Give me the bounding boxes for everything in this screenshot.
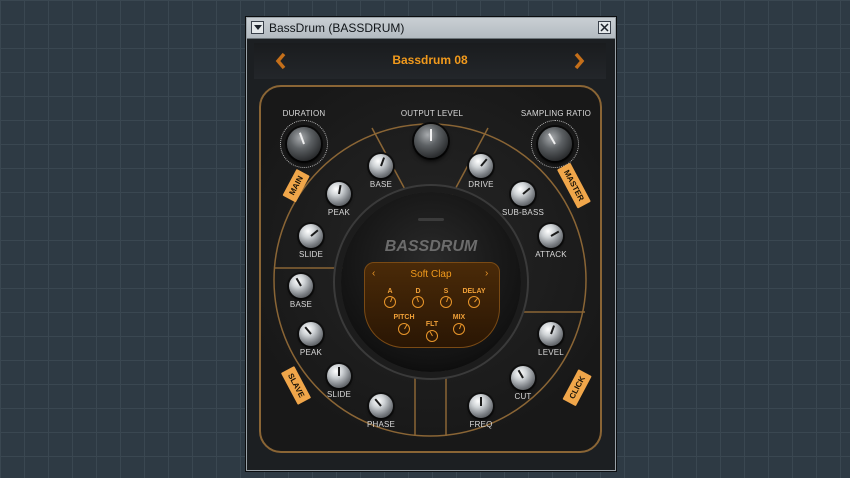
attack-mini-label: A <box>387 288 393 295</box>
main-slide-label: SLIDE <box>298 250 324 259</box>
close-button[interactable] <box>598 21 611 34</box>
main-slide-knob[interactable] <box>299 224 323 248</box>
click-freq-knob[interactable] <box>469 394 493 418</box>
decay-mini-label: D <box>415 288 421 295</box>
master-subbass-label: SUB-BASS <box>501 208 545 217</box>
sustain-mini-knob[interactable] <box>440 296 452 308</box>
click-cut-label: CUT <box>514 392 532 401</box>
pitch-mini-knob[interactable] <box>398 323 410 335</box>
main-base-knob[interactable] <box>369 154 393 178</box>
title-bar[interactable]: BassDrum (BASSDRUM) <box>247 18 615 39</box>
close-icon <box>600 23 609 32</box>
prev-sample-arrow[interactable]: ‹ <box>372 268 375 279</box>
pitch-mini-label: PITCH <box>393 314 415 321</box>
main-peak-knob[interactable] <box>327 182 351 206</box>
filter-mini-knob[interactable] <box>426 330 438 342</box>
slave-phase-knob[interactable] <box>369 394 393 418</box>
window-title: BassDrum (BASSDRUM) <box>269 21 405 35</box>
next-preset-arrow-icon[interactable] <box>572 51 586 71</box>
filter-mini-label: FLT <box>425 321 439 328</box>
main-base-label: BASE <box>369 180 393 189</box>
disc-slot <box>418 218 444 221</box>
sampling-ratio-knob[interactable] <box>538 127 572 161</box>
duration-knob[interactable] <box>287 127 321 161</box>
decay-mini-knob[interactable] <box>412 296 424 308</box>
master-drive-knob[interactable] <box>469 154 493 178</box>
next-sample-arrow[interactable]: › <box>485 268 488 279</box>
slave-slide-knob[interactable] <box>327 364 351 388</box>
output-level-label: OUTPUT LEVEL <box>400 109 464 118</box>
delay-mini-knob[interactable] <box>468 296 480 308</box>
preset-bar: Bassdrum 08 <box>254 43 606 79</box>
master-subbass-knob[interactable] <box>511 182 535 206</box>
attack-mini-knob[interactable] <box>384 296 396 308</box>
output-level-knob[interactable] <box>414 124 448 158</box>
delay-mini-label: DELAY <box>462 288 486 295</box>
mix-mini-label: MIX <box>452 314 466 321</box>
slave-base-knob[interactable] <box>289 274 313 298</box>
click-freq-label: FREQ <box>469 420 493 429</box>
slave-phase-label: PHASE <box>366 420 396 429</box>
click-cut-knob[interactable] <box>511 366 535 390</box>
master-attack-label: ATTACK <box>535 250 567 259</box>
master-drive-label: DRIVE <box>468 180 494 189</box>
click-level-label: LEVEL <box>538 348 564 357</box>
mix-mini-knob[interactable] <box>453 323 465 335</box>
sample-name[interactable]: Soft Clap <box>383 269 479 280</box>
preset-name[interactable]: Bassdrum 08 <box>254 53 606 67</box>
window-menu-button[interactable] <box>251 21 264 34</box>
duration-label: DURATION <box>282 109 326 118</box>
sampling-ratio-label: SAMPLING RATIO <box>520 109 592 118</box>
sustain-mini-label: S <box>443 288 449 295</box>
master-attack-knob[interactable] <box>539 224 563 248</box>
click-level-knob[interactable] <box>539 322 563 346</box>
main-peak-label: PEAK <box>327 208 351 217</box>
slave-peak-knob[interactable] <box>299 322 323 346</box>
slave-peak-label: PEAK <box>299 348 323 357</box>
bassdrum-logo: BASSDRUM <box>384 238 478 255</box>
slave-base-label: BASE <box>289 300 313 309</box>
slave-slide-label: SLIDE <box>326 390 352 399</box>
